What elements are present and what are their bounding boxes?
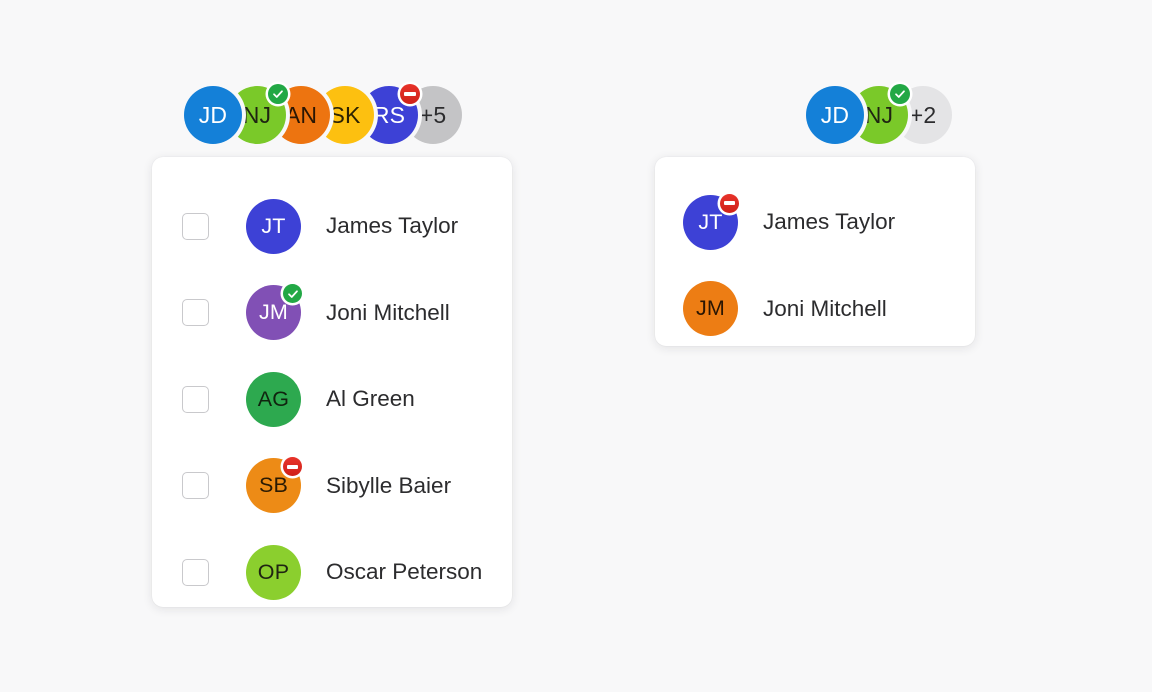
avatar-initials: SK [329, 101, 361, 128]
member-row[interactable]: OP Oscar Peterson [152, 529, 512, 616]
member-name: Al Green [326, 386, 415, 411]
member-checkbox[interactable] [182, 385, 209, 413]
member-select-panel: JT James Taylor JM Joni Mitchell AG Al Green S… [152, 157, 512, 607]
row-avatar-jt[interactable]: JT [246, 198, 301, 254]
member-avatar[interactable]: JT [246, 198, 301, 254]
member-row[interactable]: SB Sibylle Baier [152, 443, 512, 530]
member-list-panel: JT James Taylor JM Joni Mitchell [655, 157, 975, 346]
avatar-initials: JD [198, 101, 228, 128]
avatar-initials: OP [257, 559, 290, 584]
member-name: Sibylle Baier [326, 472, 452, 498]
avatar-initials: NJ [242, 101, 272, 128]
member-row[interactable]: AG Al Green [152, 356, 512, 443]
member-row[interactable]: JT James Taylor [152, 183, 512, 270]
row-avatar-jm[interactable]: JM [246, 284, 302, 341]
avatar-stack-item[interactable]: JD [184, 86, 242, 144]
member-row[interactable]: JM Joni Mitchell [152, 270, 512, 357]
member-name: Joni Mitchell [763, 295, 887, 321]
member-avatar[interactable]: AG [246, 371, 301, 427]
member-avatar[interactable]: JT [683, 193, 739, 250]
blocked-bar [286, 464, 299, 469]
stack-avatar-jd[interactable]: JD [806, 86, 864, 144]
blocked-badge-icon [720, 193, 739, 213]
member-avatar[interactable]: JM [683, 281, 738, 337]
blocked-badge-icon [400, 84, 420, 104]
right-avatar-group: JD NJ +2 [806, 84, 952, 144]
member-avatar[interactable]: SB [246, 457, 302, 514]
stack-avatar-jd[interactable]: JD [184, 86, 242, 144]
member-checkbox[interactable] [182, 472, 209, 500]
avatar-initials: JM [258, 300, 289, 324]
avatar-initials: NJ [864, 101, 894, 128]
row-avatar-jm[interactable]: JM [683, 281, 738, 337]
check-badge-icon [283, 284, 302, 304]
blocked-bar [404, 92, 416, 96]
avatar-initials: JM [695, 296, 726, 320]
member-avatar[interactable]: JM [246, 284, 302, 341]
avatar-initials: RS [372, 101, 406, 128]
member-checkbox[interactable] [182, 212, 209, 240]
avatar-initials: JT [698, 209, 723, 234]
avatar-initials: SB [258, 473, 289, 497]
member-name: Joni Mitchell [326, 299, 450, 325]
left-avatar-group: JD NJ AN SK RS +5 [184, 84, 462, 144]
member-row[interactable]: JT James Taylor [655, 179, 975, 266]
page-root: JD NJ AN SK RS +5 JD NJ +2 JT James Taylor JM Joni M… [0, 0, 1152, 692]
row-avatar-sb[interactable]: SB [246, 457, 302, 514]
avatar-initials: AG [257, 386, 290, 411]
avatar-initials: AN [284, 101, 318, 128]
member-name: Oscar Peterson [326, 559, 483, 584]
member-checkbox[interactable] [182, 299, 209, 327]
check-badge-icon [890, 84, 910, 104]
member-avatar[interactable]: OP [246, 544, 301, 600]
blocked-bar [723, 201, 736, 206]
member-name: James Taylor [326, 213, 459, 238]
avatar-initials: JD [820, 101, 850, 128]
avatar-initials: +2 [909, 101, 937, 128]
avatar-initials: +5 [419, 101, 447, 128]
member-row[interactable]: JM Joni Mitchell [655, 266, 975, 353]
member-checkbox[interactable] [182, 558, 209, 586]
row-avatar-ag[interactable]: AG [246, 371, 301, 427]
member-name: James Taylor [763, 209, 896, 234]
row-avatar-jt[interactable]: JT [683, 193, 739, 250]
avatar-initials: JT [261, 213, 286, 238]
row-avatar-op[interactable]: OP [246, 544, 301, 600]
avatar-stack-item[interactable]: JD [806, 86, 864, 144]
check-badge-icon [268, 84, 288, 104]
blocked-badge-icon [283, 457, 302, 477]
